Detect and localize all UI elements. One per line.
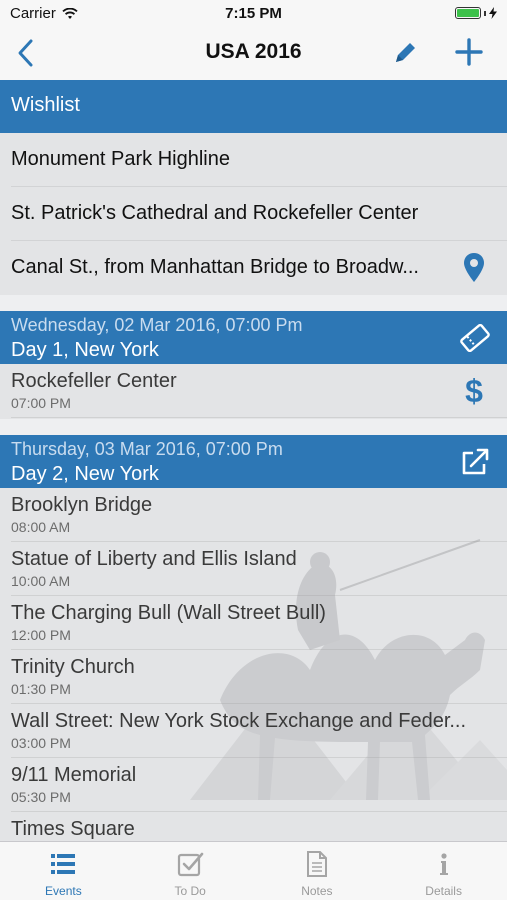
tab-label: Events xyxy=(45,884,82,898)
event-item[interactable]: Times Square xyxy=(0,812,507,841)
event-item[interactable]: 9/11 Memorial 05:30 PM xyxy=(0,758,507,812)
event-name: Rockefeller Center xyxy=(11,370,177,392)
event-time: 07:00 PM xyxy=(11,395,71,411)
day-title: Day 1, New York xyxy=(11,339,159,361)
event-name: The Charging Bull (Wall Street Bull) xyxy=(11,602,326,624)
svg-text:$: $ xyxy=(465,375,483,407)
day-date: Wednesday, 02 Mar 2016, 07:00 Pm xyxy=(11,315,303,335)
dollar-icon[interactable]: $ xyxy=(463,375,485,407)
event-item[interactable]: The Charging Bull (Wall Street Bull) 12:… xyxy=(0,596,507,650)
event-time: 12:00 PM xyxy=(11,627,71,643)
checkbox-icon xyxy=(178,852,204,877)
event-item[interactable]: Statue of Liberty and Ellis Island 10:00… xyxy=(0,542,507,596)
event-time: 05:30 PM xyxy=(11,789,71,805)
day-header[interactable]: Thursday, 03 Mar 2016, 07:00 Pm Day 2, N… xyxy=(0,435,507,488)
event-name: Brooklyn Bridge xyxy=(11,494,153,516)
event-time: 03:00 PM xyxy=(11,735,71,751)
wishlist-item-label: Canal St., from Manhattan Bridge to Broa… xyxy=(11,256,419,278)
event-name: Trinity Church xyxy=(11,656,135,678)
event-item[interactable]: Wall Street: New York Stock Exchange and… xyxy=(0,704,507,758)
wishlist-header[interactable]: Wishlist xyxy=(0,80,507,133)
ticket-icon[interactable] xyxy=(459,324,491,352)
section-gap xyxy=(0,295,507,311)
pencil-edit-icon[interactable] xyxy=(390,38,420,68)
event-item[interactable]: Brooklyn Bridge 08:00 AM xyxy=(0,488,507,542)
add-plus-icon[interactable] xyxy=(454,37,484,67)
status-time: 7:15 PM xyxy=(225,5,282,22)
tab-bar: Events To Do Notes Details xyxy=(0,841,507,900)
day-title: Day 2, New York xyxy=(11,463,159,485)
tab-details[interactable]: Details xyxy=(380,842,507,900)
wishlist-item[interactable]: St. Patrick's Cathedral and Rockefeller … xyxy=(0,187,507,241)
battery-icon xyxy=(455,7,497,19)
event-name: Times Square xyxy=(11,818,135,840)
event-name: 9/11 Memorial xyxy=(11,764,137,786)
navigation-bar: USA 2016 xyxy=(0,28,507,80)
tab-events[interactable]: Events xyxy=(0,842,127,900)
event-time: 08:00 AM xyxy=(11,519,71,535)
charging-icon xyxy=(489,7,497,19)
tab-label: Details xyxy=(425,884,462,898)
day-header[interactable]: Wednesday, 02 Mar 2016, 07:00 Pm Day 1, … xyxy=(0,311,507,364)
events-list[interactable]: Wishlist Monument Park Highline St. Patr… xyxy=(0,80,507,841)
info-icon xyxy=(439,853,448,875)
status-bar: Carrier 7:15 PM xyxy=(0,0,507,28)
wishlist-item[interactable]: Canal St., from Manhattan Bridge to Broa… xyxy=(0,241,507,295)
tab-to-do[interactable]: To Do xyxy=(127,842,254,900)
event-name: Wall Street: New York Stock Exchange and… xyxy=(11,710,467,732)
tab-notes[interactable]: Notes xyxy=(254,842,381,900)
event-time: 10:00 AM xyxy=(11,573,71,589)
document-icon xyxy=(306,851,327,877)
list-icon xyxy=(51,854,76,874)
tab-label: To Do xyxy=(174,884,206,898)
event-item[interactable]: Trinity Church 01:30 PM xyxy=(0,650,507,704)
day-date: Thursday, 03 Mar 2016, 07:00 Pm xyxy=(11,439,283,459)
event-name: Statue of Liberty and Ellis Island xyxy=(11,548,297,570)
event-time: 01:30 PM xyxy=(11,681,71,697)
wishlist-item[interactable]: Monument Park Highline xyxy=(0,133,507,187)
event-item[interactable]: Rockefeller Center 07:00 PM $ xyxy=(0,364,507,418)
external-link-icon[interactable] xyxy=(459,448,491,476)
page-title: USA 2016 xyxy=(205,40,302,63)
tab-label: Notes xyxy=(301,884,333,898)
section-gap xyxy=(0,419,507,435)
location-pin-icon[interactable] xyxy=(463,252,485,284)
